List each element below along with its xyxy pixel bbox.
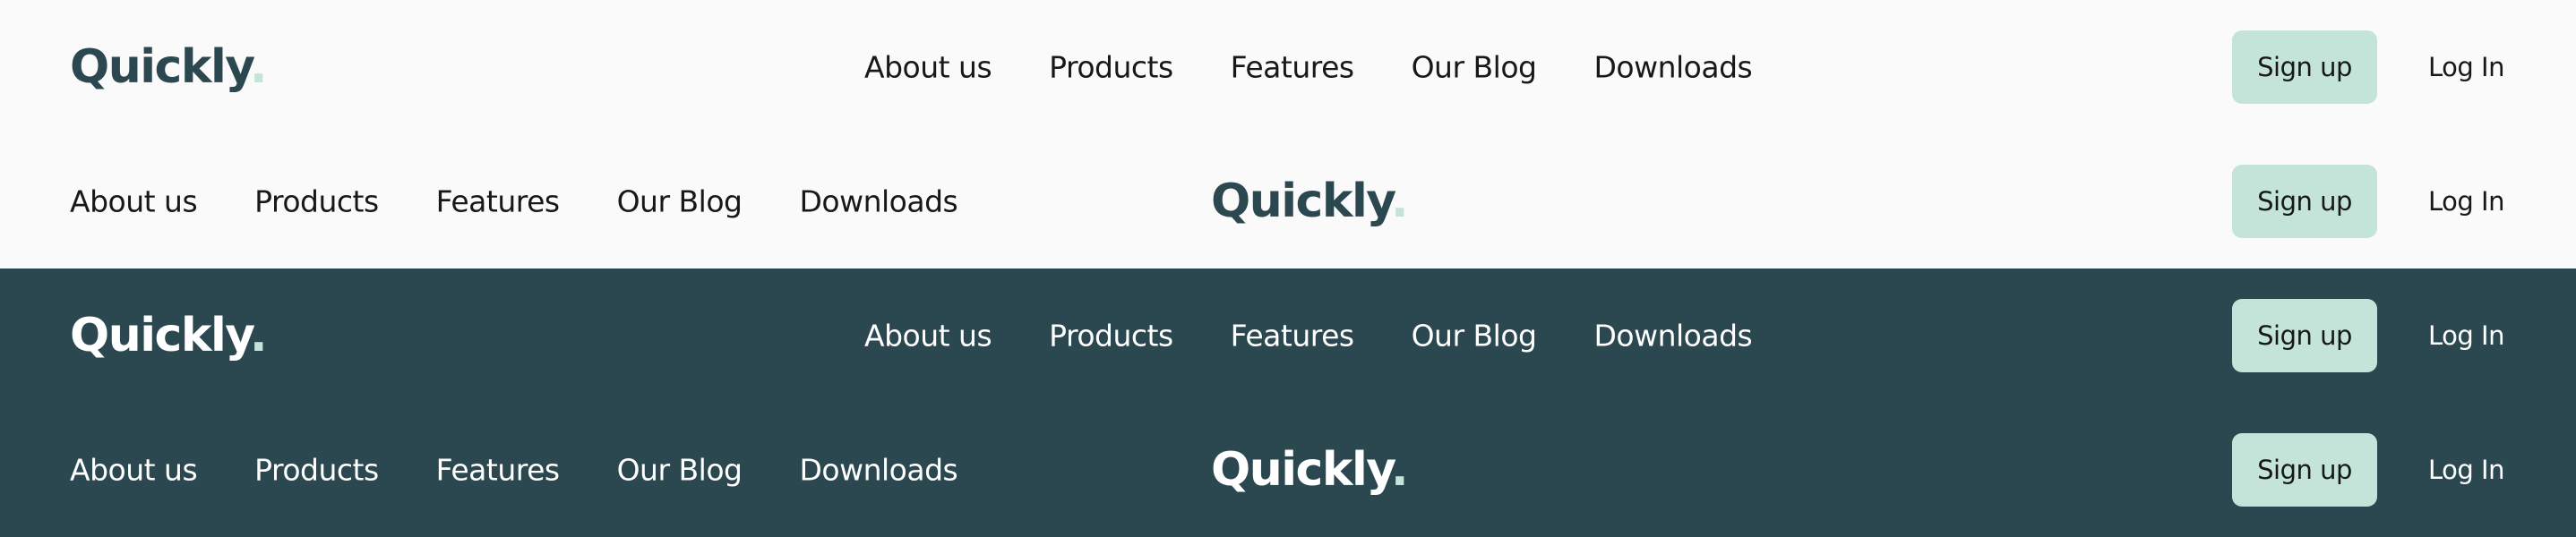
nav-link-features[interactable]: Features: [436, 453, 560, 488]
nav-link-features[interactable]: Features: [1231, 50, 1354, 85]
login-link[interactable]: Log In: [2428, 455, 2504, 485]
nav-link-products[interactable]: Products: [1049, 319, 1173, 354]
nav-link-our-blog[interactable]: Our Blog: [617, 453, 743, 488]
nav-link-our-blog[interactable]: Our Blog: [1412, 319, 1537, 354]
brand-logo-text: Quickly: [1211, 443, 1392, 497]
signup-button[interactable]: Sign up: [2232, 299, 2377, 372]
brand-logo[interactable]: Quickly.: [70, 309, 268, 362]
nav-link-features[interactable]: Features: [436, 184, 560, 219]
nav-link-downloads[interactable]: Downloads: [799, 184, 957, 219]
signup-button[interactable]: Sign up: [2232, 30, 2377, 104]
nav-link-downloads[interactable]: Downloads: [1593, 50, 1752, 85]
nav-link-products[interactable]: Products: [254, 453, 379, 488]
brand-logo[interactable]: Quickly.: [70, 44, 268, 90]
brand-logo[interactable]: Quickly.: [1211, 175, 1409, 228]
brand-logo-text: Quickly: [70, 40, 251, 94]
nav-link-downloads[interactable]: Downloads: [1593, 319, 1752, 354]
nav-link-features[interactable]: Features: [1231, 319, 1354, 354]
main-nav: About us Products Features Our Blog Down…: [864, 50, 1753, 85]
brand-logo[interactable]: Quickly.: [1211, 447, 1409, 493]
nav-link-products[interactable]: Products: [1049, 50, 1173, 85]
brand-logo-text: Quickly: [70, 309, 251, 362]
nav-link-about-us[interactable]: About us: [70, 453, 198, 488]
nav-link-about-us[interactable]: About us: [70, 184, 198, 219]
header-light-logo-center: About us Products Features Our Blog Down…: [0, 134, 2576, 268]
nav-link-our-blog[interactable]: Our Blog: [617, 184, 743, 219]
signup-button[interactable]: Sign up: [2232, 433, 2377, 507]
nav-link-downloads[interactable]: Downloads: [799, 453, 957, 488]
header-dark-logo-left: Quickly. About us Products Features Our …: [0, 268, 2576, 403]
brand-logo-dot: .: [249, 309, 268, 362]
login-link[interactable]: Log In: [2428, 186, 2504, 217]
login-link[interactable]: Log In: [2428, 320, 2504, 351]
nav-link-products[interactable]: Products: [254, 184, 379, 219]
brand-logo-dot: .: [249, 40, 268, 94]
main-nav: About us Products Features Our Blog Down…: [70, 453, 958, 488]
brand-logo-dot: .: [1390, 175, 1409, 228]
header-dark-logo-center: About us Products Features Our Blog Down…: [0, 403, 2576, 537]
nav-link-our-blog[interactable]: Our Blog: [1412, 50, 1537, 85]
header-light-logo-left: Quickly. About us Products Features Our …: [0, 0, 2576, 134]
brand-logo-dot: .: [1390, 443, 1409, 497]
brand-logo-text: Quickly: [1211, 175, 1392, 228]
signup-button[interactable]: Sign up: [2232, 165, 2377, 238]
nav-link-about-us[interactable]: About us: [864, 50, 992, 85]
nav-link-about-us[interactable]: About us: [864, 319, 992, 354]
main-nav: About us Products Features Our Blog Down…: [864, 319, 1753, 354]
login-link[interactable]: Log In: [2428, 52, 2504, 82]
main-nav: About us Products Features Our Blog Down…: [70, 184, 958, 219]
